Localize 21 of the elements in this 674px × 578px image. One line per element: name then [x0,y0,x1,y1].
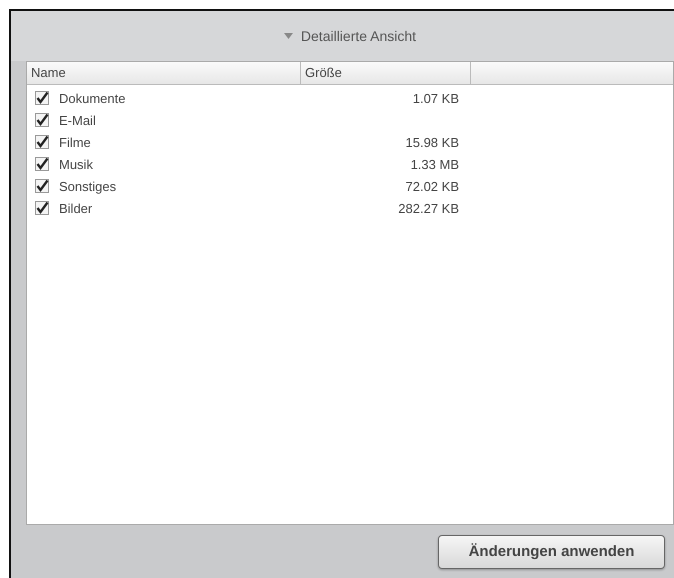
checkbox[interactable] [35,113,49,127]
table-cell-text: 282.27 KB [397,200,460,216]
section-title[interactable]: Detaillierte Ansicht [300,28,416,44]
table-cell-text: 15.98 KB [404,134,460,150]
table-cell: Musik [59,156,93,172]
checkbox[interactable] [35,201,49,215]
checkbox[interactable] [35,91,49,105]
table-cell: Bilder [59,200,92,216]
table-cell: Filme [59,134,91,150]
checkbox[interactable] [35,135,49,149]
table-cell: E-Mail [59,112,96,128]
table-cell-text: 1.33 MB [410,156,460,172]
checkbox[interactable] [35,179,49,193]
apply-button[interactable]: Änderungen anwenden [438,534,665,568]
table-cell: Sonstiges [59,178,116,194]
table-cell-text: 72.02 KB [404,178,460,194]
column-header[interactable]: Größe [301,62,471,84]
checkbox[interactable] [35,157,49,171]
table-cell-text: 1.07 KB [412,90,460,106]
column-header[interactable]: Name [27,62,301,84]
table-cell: Dokumente [59,90,126,106]
